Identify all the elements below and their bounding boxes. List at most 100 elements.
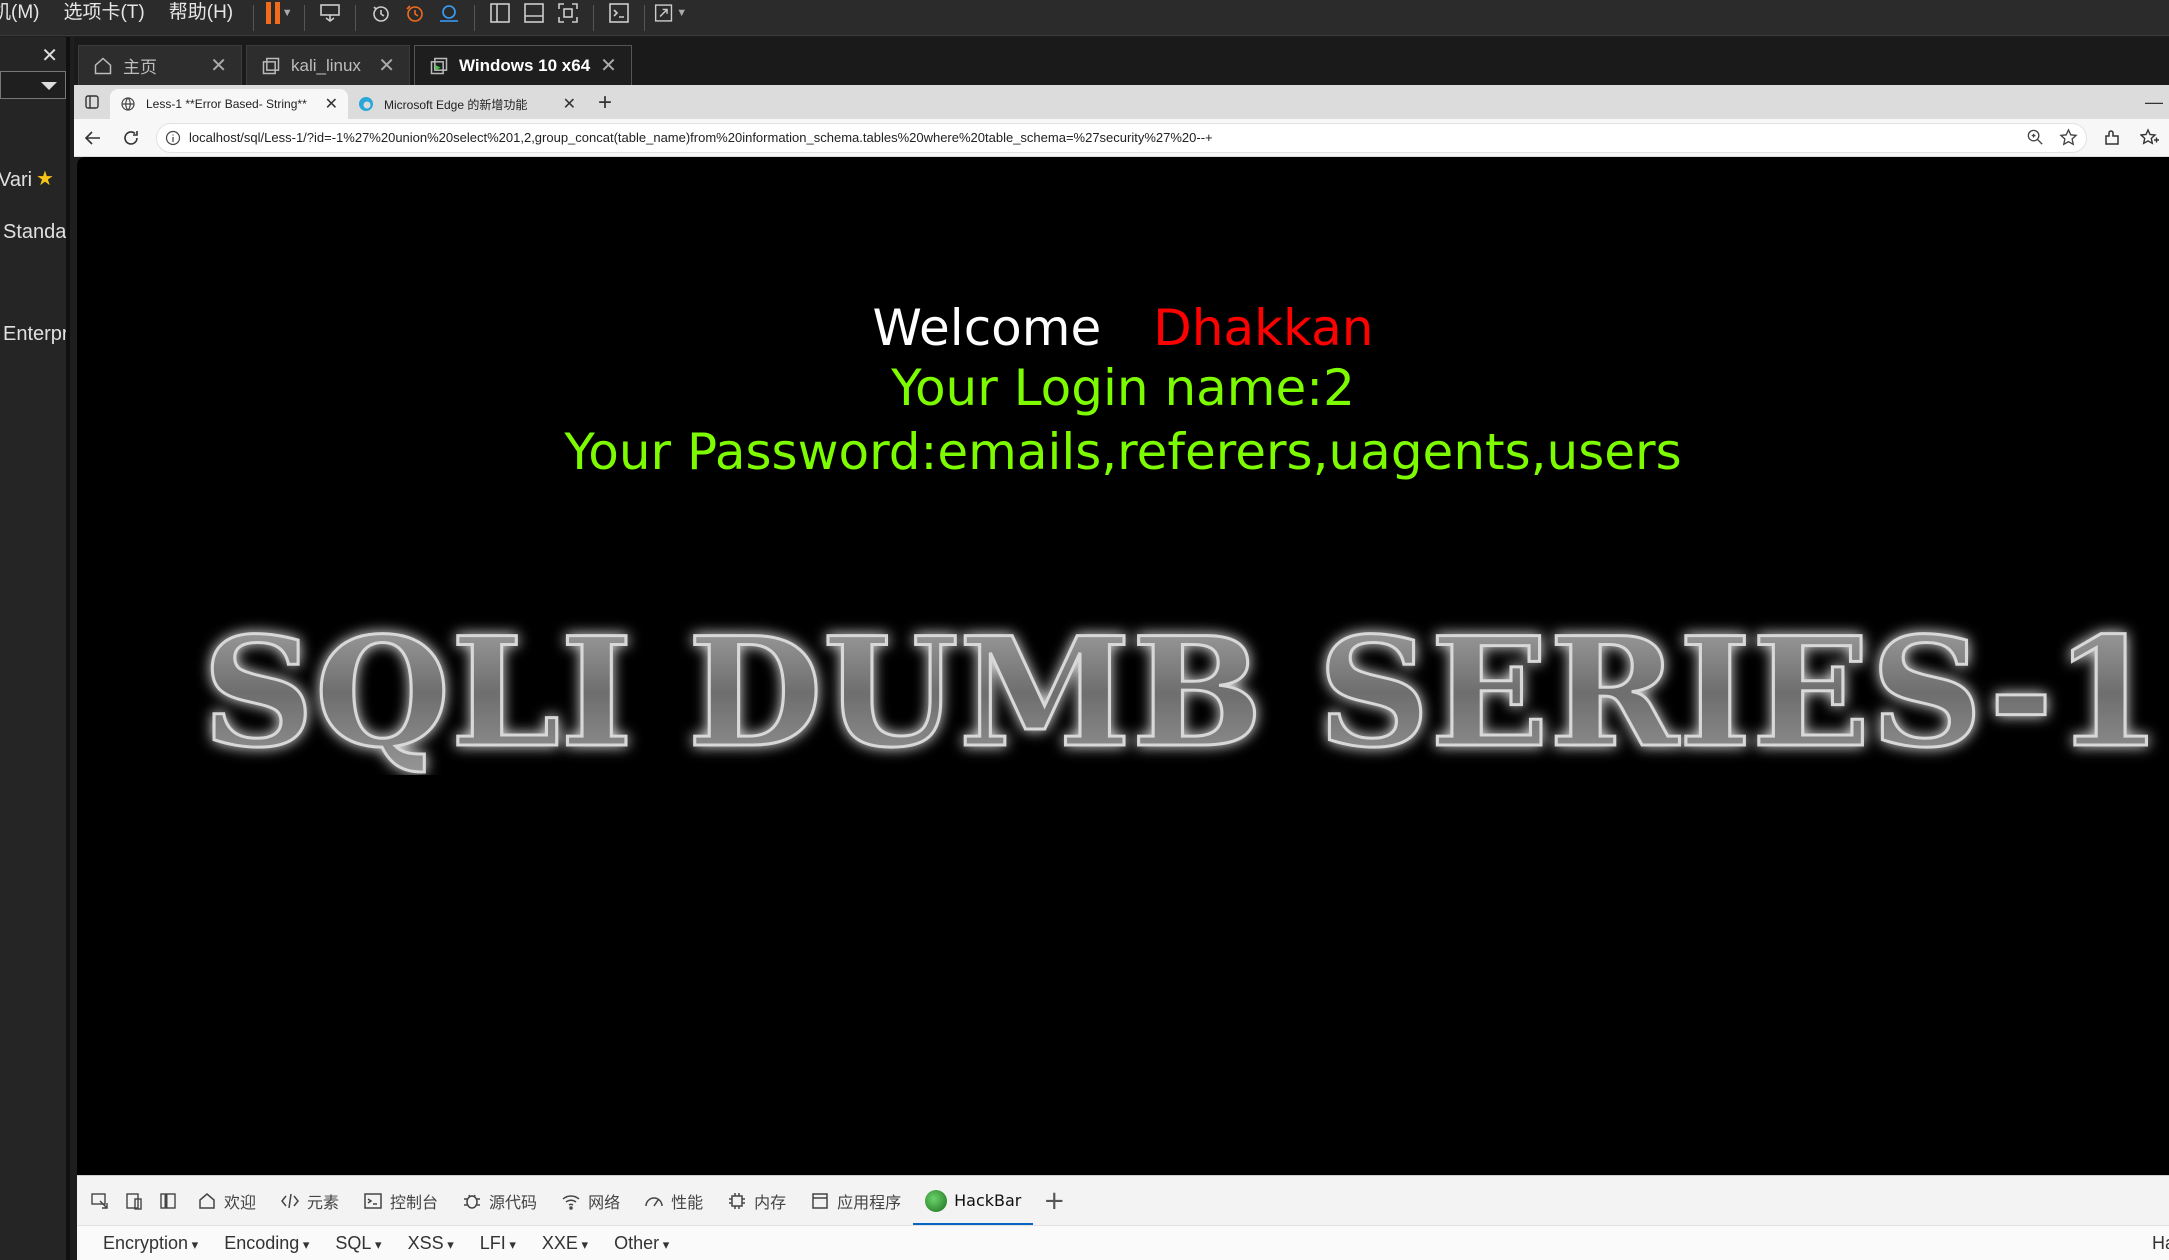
favorite-star-icon[interactable] <box>2059 128 2078 147</box>
tab-kali-linux[interactable]: kali_linux ✕ <box>246 45 410 85</box>
menu-tabs[interactable]: 选项卡(T) <box>51 0 156 24</box>
library-view-icon <box>490 2 510 23</box>
devtools-tab-label: 性能 <box>671 1192 704 1212</box>
snapshot-button[interactable] <box>364 0 398 29</box>
devtools-tab-network[interactable]: 网络 <box>549 1176 632 1226</box>
toolbar-divider <box>355 4 357 31</box>
chip-icon <box>729 1192 746 1209</box>
terminal-icon <box>609 2 629 23</box>
devtools-tab-label: 源代码 <box>489 1192 538 1212</box>
vmware-menubar: 机(M) 选项卡(T) 帮助(H) ▼ ▼ <box>0 0 2169 36</box>
refresh-icon <box>124 130 138 145</box>
send-keys-icon <box>320 3 340 22</box>
welcome-line: Welcome Dhakkan <box>77 299 2169 357</box>
library-sidebar: ✕ Vari ★ Standa Enterpr <box>0 37 70 1260</box>
vm-running-icon <box>430 57 448 74</box>
zoom-icon[interactable] <box>2026 128 2045 147</box>
tab-windows-10[interactable]: Windows 10 x64 ✕ <box>414 45 632 85</box>
wifi-icon <box>562 1194 580 1210</box>
browser-tab-edge-news[interactable]: Microsoft Edge 的新增功能 ✕ <box>348 89 586 119</box>
code-icon <box>281 1193 299 1208</box>
devtools-tab-elements[interactable]: 元素 <box>268 1176 351 1226</box>
send-keys-button[interactable] <box>313 0 347 29</box>
browser-tab-less-1[interactable]: Less-1 **Error Based- String** ✕ <box>110 89 348 119</box>
devtools-tab-label: HackBar <box>954 1191 1022 1210</box>
browser-tab-title: Microsoft Edge 的新增功能 <box>384 97 528 112</box>
fullscreen-button[interactable] <box>551 0 585 29</box>
close-icon[interactable]: ✕ <box>325 94 338 114</box>
hackbar-menu-encryption[interactable]: Encryption <box>103 1233 198 1254</box>
extensions-button[interactable] <box>2093 121 2131 155</box>
library-item[interactable]: Standa <box>3 221 66 244</box>
url-text[interactable]: localhost/sql/Less-1/?id=-1%27%20union%2… <box>189 130 2026 145</box>
devtools-tab-sources[interactable]: 源代码 <box>450 1176 549 1226</box>
workspaces-button[interactable] <box>74 85 110 119</box>
tab-home[interactable]: 主页 ✕ <box>78 45 242 85</box>
close-icon[interactable]: ✕ <box>210 53 227 78</box>
devtools-tab-application[interactable]: 应用程序 <box>798 1176 913 1226</box>
close-icon[interactable]: ✕ <box>378 53 395 78</box>
devtools-tab-bar: 欢迎 元素 控制台 源代码 网络 性能 内存 应用程序 HackBar + <box>77 1175 2169 1226</box>
hackbar-menu-xss[interactable]: XSS <box>408 1233 454 1254</box>
devtools-tab-hackbar[interactable]: HackBar <box>913 1176 1034 1226</box>
device-icon <box>126 1192 142 1210</box>
address-bar-actions <box>2026 128 2078 147</box>
page-viewport: Welcome Dhakkan Your Login name:2 Your Pa… <box>77 157 2169 1175</box>
menu-help[interactable]: 帮助(H) <box>157 0 245 24</box>
inspect-element-button[interactable] <box>83 1184 117 1218</box>
hackbar-menu-encoding[interactable]: Encoding <box>224 1233 309 1254</box>
hackbar-menu-lfi[interactable]: LFI <box>480 1233 516 1254</box>
back-arrow-icon <box>84 130 100 145</box>
dock-side-button[interactable] <box>151 1184 185 1218</box>
refresh-button[interactable] <box>112 121 150 155</box>
snapshot-icon <box>373 5 389 22</box>
user-name: Dhakkan <box>1153 299 1374 357</box>
pause-button[interactable]: ▼ <box>262 0 296 29</box>
password-line: Your Password:emails,referers,uagents,us… <box>564 423 1682 481</box>
library-filter-dropdown[interactable] <box>0 71 66 99</box>
close-icon[interactable]: ✕ <box>41 43 58 68</box>
hackbar-menu-sql[interactable]: SQL <box>335 1233 381 1254</box>
dock-icon <box>160 1192 176 1209</box>
vm-icon <box>262 57 280 74</box>
devtools-tab-performance[interactable]: 性能 <box>632 1176 715 1226</box>
snapshot-manager-button[interactable] <box>432 0 466 29</box>
menu-vm[interactable]: 机(M) <box>0 0 51 24</box>
terminal-button[interactable] <box>602 0 636 29</box>
login-name-line: Your Login name:2 <box>891 359 1355 417</box>
more-tools-button[interactable]: + <box>1033 1186 1075 1216</box>
library-item[interactable]: Enterpr <box>3 323 66 346</box>
close-icon[interactable]: ✕ <box>600 53 617 78</box>
fullscreen-icon <box>558 2 578 23</box>
toolbar-divider <box>474 4 476 31</box>
device-emulation-button[interactable] <box>117 1184 151 1218</box>
toolbar-divider <box>253 4 255 31</box>
devtools-tab-memory[interactable]: 内存 <box>715 1176 798 1226</box>
toolbar-divider <box>644 4 646 31</box>
stretch-button[interactable]: ▼ <box>653 0 687 29</box>
hackbar-menu-xxe[interactable]: XXE <box>542 1233 588 1254</box>
hackbar-menu-other[interactable]: Other <box>614 1233 669 1254</box>
new-tab-button[interactable]: + <box>586 89 624 119</box>
library-view-button[interactable] <box>483 0 517 29</box>
sqli-banner-logo: SQLI DUMB SERIES-1 <box>201 615 2164 775</box>
globe-icon <box>121 97 135 111</box>
devtools-tab-welcome[interactable]: 欢迎 <box>185 1176 268 1226</box>
address-bar[interactable]: localhost/sql/Less-1/?id=-1%27%20union%2… <box>156 122 2087 153</box>
library-item[interactable]: Vari <box>0 169 32 192</box>
bug-icon <box>464 1194 481 1209</box>
edge-logo-icon <box>359 97 373 111</box>
browser-tab-title: Less-1 **Error Based- String** <box>146 97 307 111</box>
back-button[interactable] <box>74 121 112 155</box>
devtools-tab-console[interactable]: 控制台 <box>351 1176 450 1226</box>
close-icon[interactable]: ✕ <box>563 94 576 114</box>
favorites-button[interactable] <box>2131 121 2169 155</box>
minimize-icon[interactable]: — <box>2145 92 2163 113</box>
revert-snapshot-button[interactable] <box>398 0 432 29</box>
tab-label: 主页 <box>123 58 157 77</box>
browser-toolbar: localhost/sql/Less-1/?id=-1%27%20union%2… <box>74 119 2169 157</box>
home-icon <box>94 56 112 74</box>
console-view-button[interactable] <box>517 0 551 29</box>
hackbar-icon <box>925 1189 948 1212</box>
tab-actions-icon <box>85 95 99 109</box>
